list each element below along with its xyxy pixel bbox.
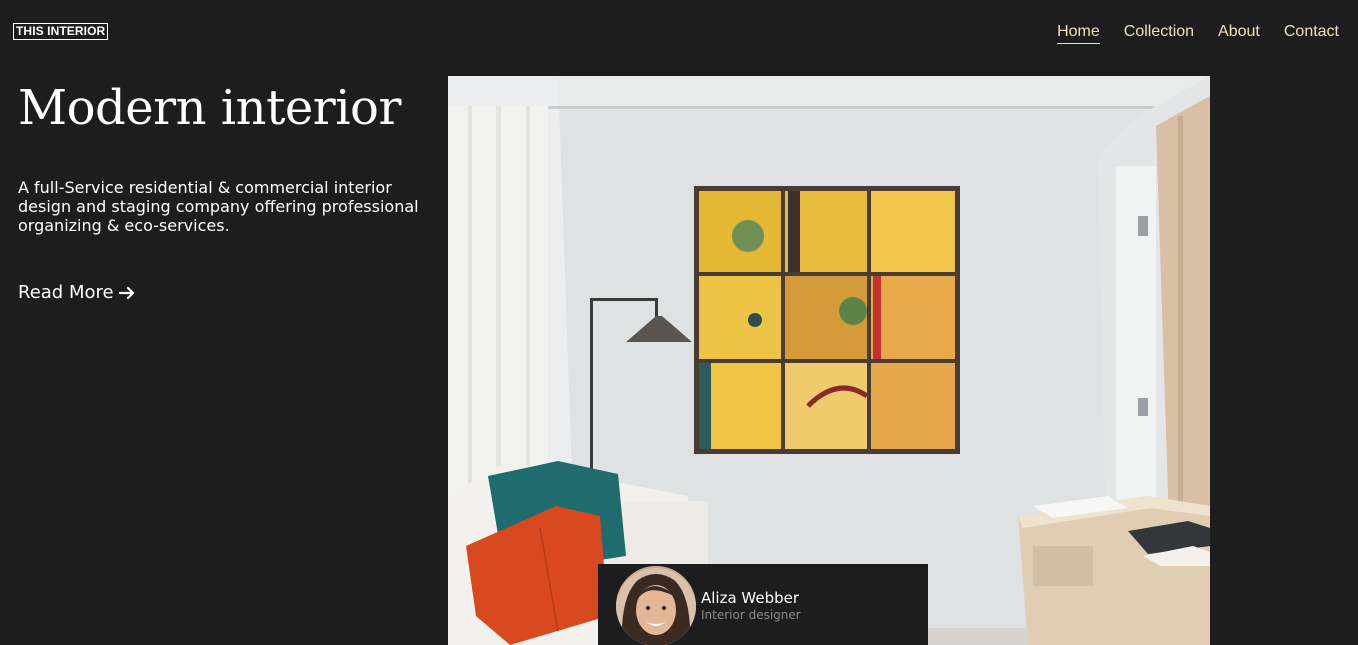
hero-description: A full-Service residential & commercial … <box>18 178 419 235</box>
designer-role: Interior designer <box>701 608 801 622</box>
nav-about-link[interactable]: About <box>1218 22 1260 44</box>
read-more-link[interactable]: Read More <box>18 282 136 304</box>
arrow-right-icon <box>118 286 134 300</box>
nav-home-link[interactable]: Home <box>1057 22 1100 44</box>
designer-avatar <box>616 566 696 645</box>
nav-collection-link[interactable]: Collection <box>1124 22 1194 44</box>
designer-card: Aliza Webber Interior designer <box>598 564 928 645</box>
main-nav: Home Collection About Contact <box>1057 22 1339 44</box>
hero-interior-photo <box>448 76 1210 645</box>
brand-logo[interactable]: THIS INTERIOR <box>13 23 109 40</box>
nav-contact-link[interactable]: Contact <box>1284 22 1339 44</box>
read-more-label: Read More <box>18 282 114 303</box>
designer-name: Aliza Webber <box>701 589 800 607</box>
hero-title: Modern interior <box>18 80 401 136</box>
